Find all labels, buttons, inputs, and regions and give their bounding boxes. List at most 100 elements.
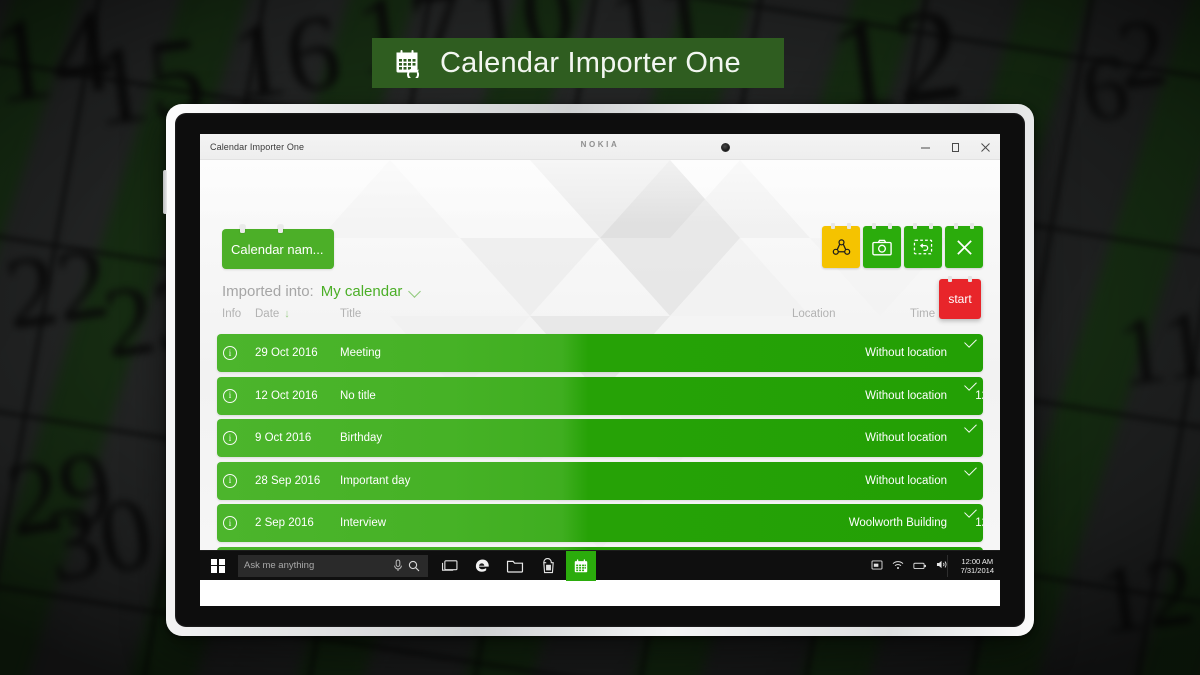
event-title: Meeting [340, 347, 381, 359]
event-location: Without location [865, 432, 947, 444]
calendar-name-field[interactable]: Calendar nam... [222, 225, 334, 269]
badge-tab-left [240, 225, 245, 233]
event-list[interactable]: i29 Oct 2016MeetingWithout location12:00… [200, 334, 1000, 550]
event-info-button[interactable]: i [223, 377, 237, 415]
file-explorer-button[interactable] [500, 551, 530, 581]
column-header-location[interactable]: Location [792, 308, 835, 320]
calendar-importer-taskbar-button[interactable] [566, 550, 596, 581]
event-info-button[interactable]: i [223, 462, 237, 500]
windows-taskbar: Ask me anything 12:00 AM 7/31/2014 [200, 550, 1000, 581]
button-tab-left [872, 223, 876, 229]
column-header-info[interactable]: Info [222, 308, 241, 320]
button-tab-right [888, 223, 892, 229]
app-toolbar [822, 223, 983, 268]
event-location: Without location [865, 474, 947, 487]
microphone-icon[interactable] [390, 551, 406, 581]
calendar-name-value: Calendar nam... [231, 241, 324, 257]
button-tab-right [968, 276, 972, 282]
event-row[interactable]: i 9 Oct 2016 Birthday Without location [217, 419, 983, 457]
event-title: Interview [340, 517, 387, 529]
action-center-icon[interactable] [871, 557, 883, 575]
event-location: Woolworth Building [848, 517, 947, 529]
column-header-date-label: Date [255, 308, 280, 320]
event-date: 9 Oct 2016 [255, 432, 312, 444]
close-icon [956, 239, 972, 255]
event-title: Important day [340, 474, 411, 487]
button-tab-right [929, 223, 933, 229]
tablet-device: NOKIA Calendar Importer One Calendar nam… [163, 104, 1034, 636]
chevron-down-icon[interactable] [409, 285, 422, 298]
event-date: 28 Sep 2016 [255, 474, 321, 487]
start-button[interactable]: start [939, 276, 981, 319]
app-header-band [200, 160, 1000, 224]
device-power-button[interactable] [163, 170, 167, 214]
event-date: 2 Sep 2016 [255, 517, 314, 529]
event-info-button[interactable]: i [223, 419, 237, 457]
calendar-import-icon [394, 48, 424, 81]
device-brand-label: NOKIA [580, 140, 620, 149]
start-menu-button[interactable] [200, 551, 236, 581]
app-title-banner: Calendar Importer One [372, 38, 784, 88]
app-title-text: Calendar Importer One [440, 46, 741, 79]
screenshot-region-button[interactable] [904, 223, 942, 268]
column-header-title[interactable]: Title [340, 308, 361, 320]
wifi-icon[interactable] [892, 557, 904, 575]
button-tab-left [913, 223, 917, 229]
screenshot-region-icon [913, 239, 933, 255]
device-screen: Calendar Importer One Calendar nam... st… [200, 134, 1000, 606]
info-icon: i [223, 473, 237, 488]
edge-browser-button[interactable] [467, 551, 497, 581]
event-title: No title [340, 389, 376, 402]
battery-icon[interactable] [913, 557, 927, 575]
windows-logo-icon [211, 558, 225, 573]
event-info-button[interactable]: i [223, 334, 237, 372]
button-tab-right [970, 223, 974, 229]
column-header-time[interactable]: Time [910, 308, 935, 320]
column-header-date[interactable]: Date ↓ [255, 308, 290, 320]
share-button[interactable] [822, 223, 860, 268]
search-placeholder: Ask me anything [244, 560, 315, 571]
button-tab-left [954, 223, 958, 229]
taskbar-clock[interactable]: 12:00 AM 7/31/2014 [957, 557, 994, 576]
button-tab-left [948, 276, 952, 282]
clock-date: 7/31/2014 [960, 566, 994, 575]
task-view-button[interactable] [434, 551, 464, 581]
event-title: Birthday [340, 432, 383, 444]
button-tab-right [847, 223, 851, 229]
event-location: Without location [865, 347, 947, 359]
button-tab-left [831, 223, 835, 229]
info-icon: i [223, 516, 237, 530]
imported-into-value: My calendar [320, 283, 403, 300]
camera-button[interactable] [863, 223, 901, 268]
event-location: Without location [865, 389, 947, 402]
event-row[interactable]: i 28 Sep 2016 Important day Without locatio… [217, 461, 983, 500]
list-column-headers: Info Date ↓ Title Location Time [200, 308, 1000, 330]
event-row[interactable]: i2 Sep 2016InterviewWoolworth Building12… [217, 504, 983, 542]
badge-tab-right [278, 225, 283, 233]
system-tray: 12:00 AM 7/31/2014 [871, 551, 994, 581]
sort-descending-icon: ↓ [284, 308, 290, 320]
start-button-label: start [948, 292, 972, 306]
taskbar-search-box[interactable]: Ask me anything [238, 554, 428, 577]
info-icon: i [223, 346, 237, 360]
event-row[interactable]: i29 Oct 2016MeetingWithout location12:00 [217, 334, 983, 372]
camera-icon [872, 239, 892, 255]
info-icon: i [223, 431, 237, 445]
volume-icon[interactable] [936, 557, 948, 575]
microsoft-store-button[interactable] [533, 551, 563, 581]
search-icon[interactable] [406, 551, 422, 581]
device-inner-bezel: NOKIA Calendar Importer One Calendar nam… [175, 113, 1025, 627]
taskbar-app-buttons [434, 550, 596, 581]
info-icon: i [223, 388, 237, 403]
calendar-importer-app: Calendar nam... start Imported into: My … [200, 160, 1000, 550]
calendar-icon [574, 558, 588, 572]
event-row[interactable]: i12 Oct 2016No titleWithout location12:0… [217, 376, 983, 415]
event-info-button[interactable]: i [223, 504, 237, 542]
close-app-button[interactable] [945, 223, 983, 268]
event-date: 12 Oct 2016 [255, 389, 318, 402]
share-icon [832, 238, 850, 255]
imported-into-row[interactable]: Imported into: My calendar [222, 283, 422, 300]
imported-into-label: Imported into: [222, 283, 314, 300]
event-date: 29 Oct 2016 [255, 347, 318, 359]
front-camera-icon [721, 143, 730, 152]
